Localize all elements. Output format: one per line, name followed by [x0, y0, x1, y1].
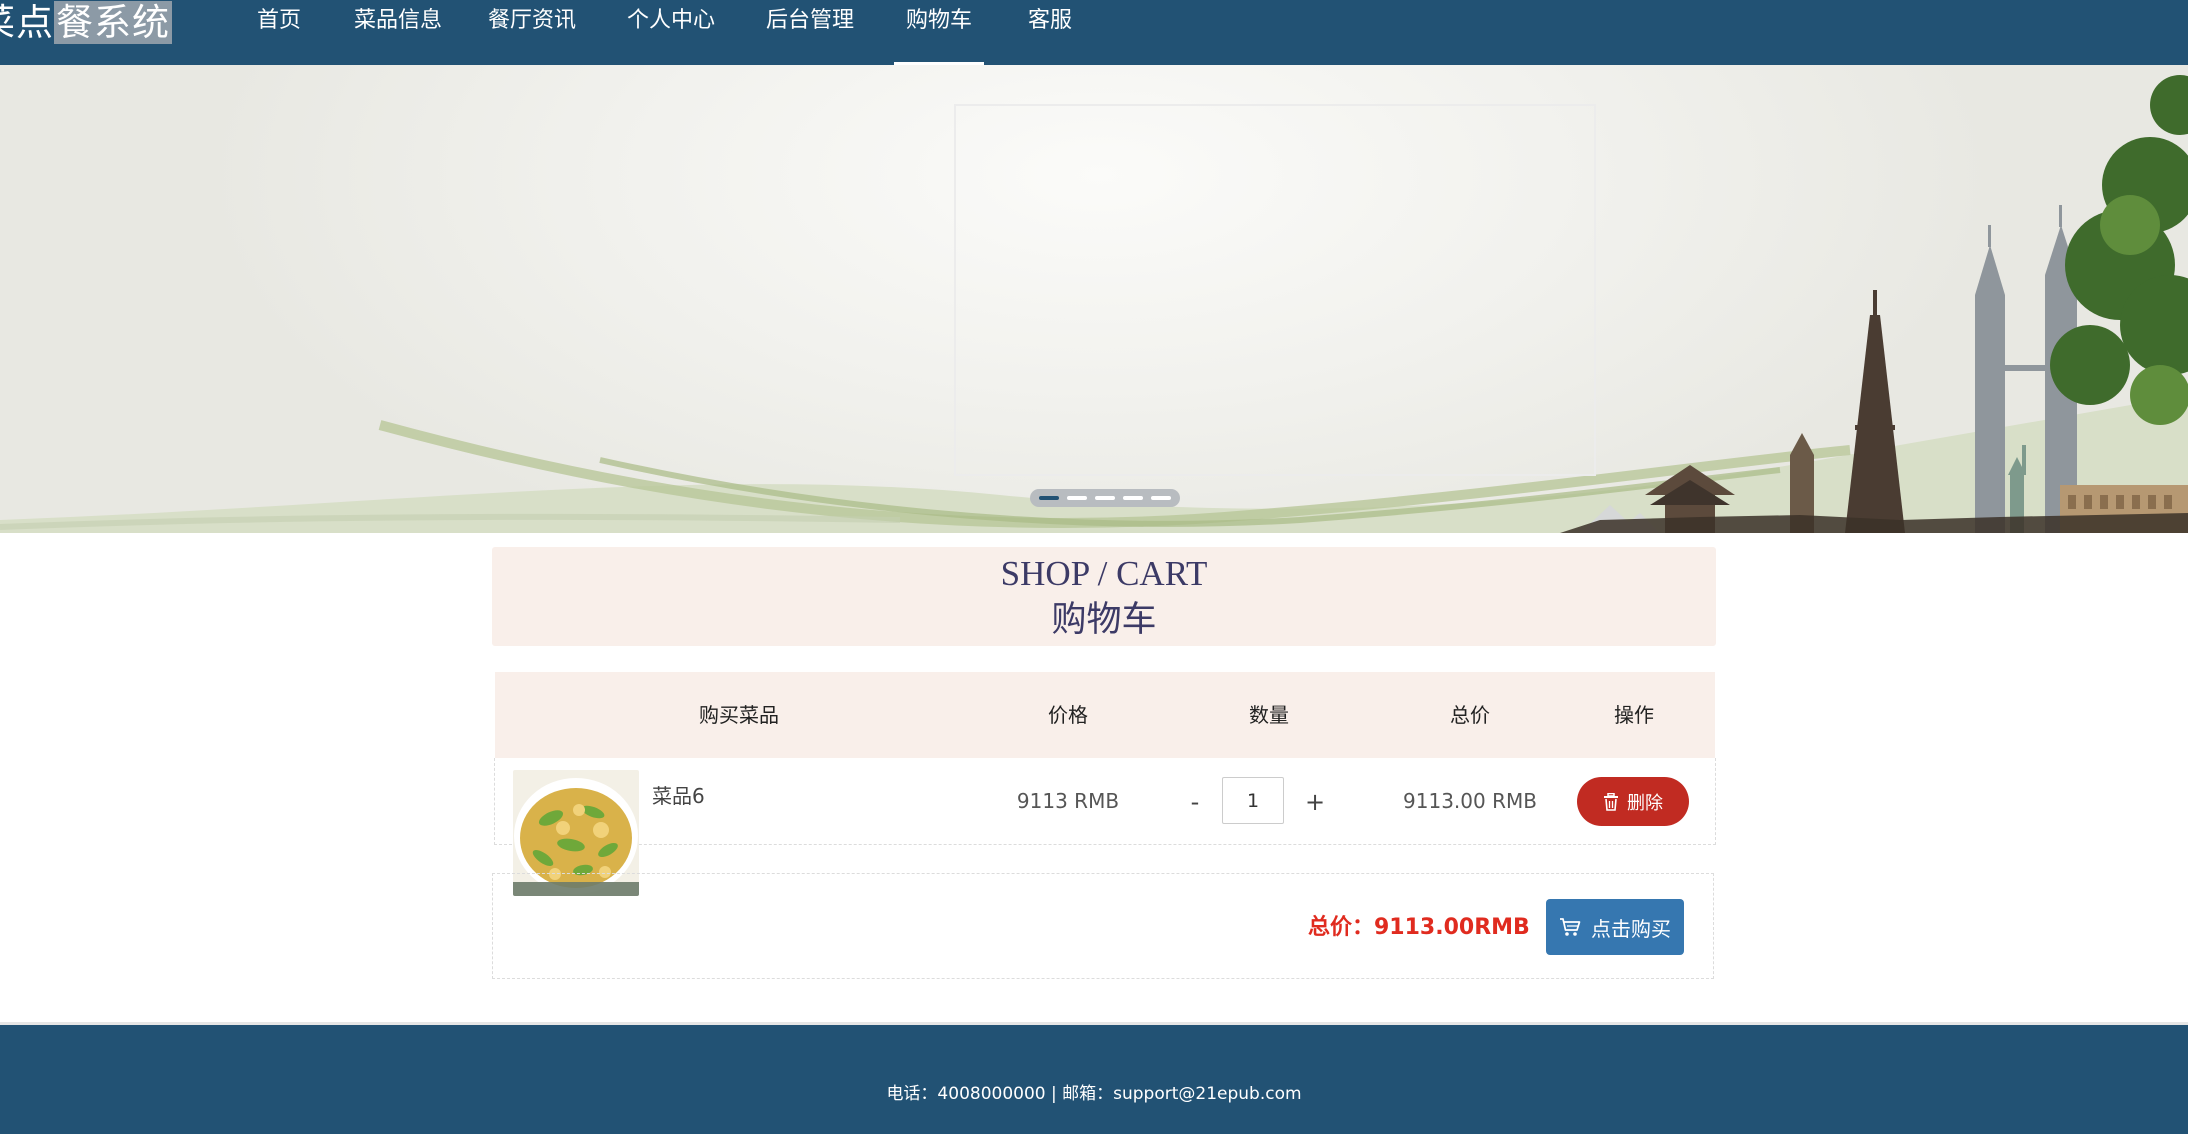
site-brand[interactable]: 菜点餐系统 [0, 0, 172, 46]
carousel-dot[interactable] [1151, 496, 1171, 500]
carousel-dot[interactable] [1067, 496, 1087, 500]
cart-title-box: SHOP / CART 购物车 [492, 547, 1716, 646]
cart-total: 总价：9113.00RMB [1308, 915, 1530, 940]
quantity-input[interactable] [1222, 777, 1284, 824]
buy-button[interactable]: 点击购买 [1546, 899, 1684, 955]
carousel-dot[interactable] [1123, 496, 1143, 500]
carousel-dot[interactable] [1095, 496, 1115, 500]
quantity-minus-button[interactable]: - [1183, 789, 1207, 815]
nav-news[interactable]: 餐厅资讯 [488, 0, 576, 65]
footer [0, 1022, 2188, 1134]
delete-button-label: 删除 [1627, 792, 1663, 814]
nav-home[interactable]: 首页 [257, 0, 301, 65]
carousel-dot[interactable] [1039, 496, 1059, 500]
dish-price: 9113 RMB [1016, 789, 1120, 813]
col-header-action: 操作 [1614, 703, 1654, 727]
quantity-plus-button[interactable]: + [1303, 789, 1327, 815]
dish-name[interactable]: 菜品6 [652, 780, 705, 809]
banner-carousel [0, 65, 2188, 533]
nav-cart[interactable]: 购物车 [893, 0, 985, 65]
nav-profile[interactable]: 个人中心 [627, 0, 715, 65]
col-header-dish: 购买菜品 [699, 703, 779, 727]
col-header-price: 价格 [1048, 703, 1088, 727]
col-header-quantity: 数量 [1249, 703, 1289, 727]
footer-contact: 电话：4008000000 | 邮箱：support@21epub.com [886, 1084, 1302, 1104]
trash-icon [1604, 792, 1618, 811]
cart-summary [492, 873, 1714, 979]
delete-button[interactable]: 删除 [1577, 777, 1689, 826]
dish-subtotal: 9113.00 RMB [1403, 789, 1537, 813]
cart-title-zh: 购物车 [1051, 600, 1157, 639]
buy-button-label: 点击购买 [1591, 916, 1671, 941]
nav-service[interactable]: 客服 [1028, 0, 1072, 65]
col-header-subtotal: 总价 [1450, 703, 1490, 727]
cart-icon [1560, 918, 1581, 936]
nav-dishes[interactable]: 菜品信息 [354, 0, 442, 65]
banner-landscape-image [0, 75, 2188, 533]
nav-admin[interactable]: 后台管理 [766, 0, 854, 65]
carousel-indicators [1030, 489, 1180, 507]
brand-text-highlight: 餐系统 [54, 1, 172, 44]
brand-text-cut: 菜点 [0, 1, 54, 44]
top-navbar: 菜点餐系统 首页 菜品信息 餐厅资讯 个人中心 后台管理 购物车 客服 [0, 0, 2188, 65]
cart-table-header: 购买菜品 价格 数量 总价 操作 [495, 672, 1715, 758]
cart-title-en: SHOP / CART [1000, 554, 1208, 593]
